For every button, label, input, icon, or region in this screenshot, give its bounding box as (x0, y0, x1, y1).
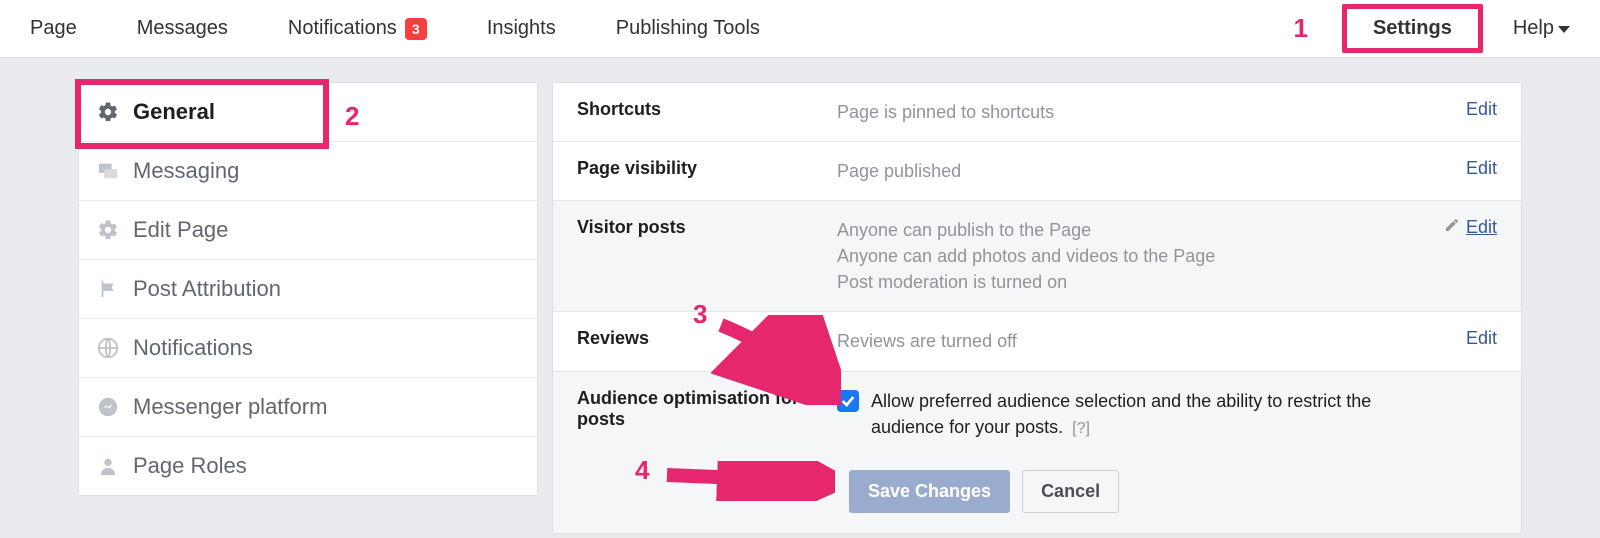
sidebar-item-messenger-platform[interactable]: Messenger platform (79, 378, 537, 437)
settings-pane: Shortcuts Page is pinned to shortcuts Ed… (552, 82, 1522, 534)
edit-link[interactable]: Edit (1466, 99, 1497, 125)
row-audience-optimisation: Audience optimisation for posts Allow pr… (553, 372, 1521, 456)
sidebar-item-post-attribution[interactable]: Post Attribution (79, 260, 537, 319)
row-shortcuts: Shortcuts Page is pinned to shortcuts Ed… (553, 83, 1521, 142)
top-navbar: Page Messages Notifications 3 Insights P… (0, 0, 1600, 58)
audience-checkbox[interactable] (837, 390, 859, 412)
edit-link[interactable]: Edit (1466, 328, 1497, 354)
sidebar-item-label: Post Attribution (133, 276, 281, 302)
nav-publishing-tools[interactable]: Publishing Tools (616, 17, 760, 40)
row-label: Shortcuts (577, 99, 837, 125)
sidebar-item-general[interactable]: General (79, 83, 537, 142)
messaging-icon (97, 160, 119, 182)
nav-notifications[interactable]: Notifications 3 (288, 17, 427, 40)
sidebar-item-edit-page[interactable]: Edit Page (79, 201, 537, 260)
row-label: Page visibility (577, 158, 837, 184)
nav-notifications-label: Notifications (288, 17, 397, 40)
sidebar-item-label: Notifications (133, 335, 253, 361)
annotation-1: 1 (1293, 13, 1307, 44)
nav-help-label: Help (1513, 17, 1554, 40)
edit-link[interactable]: Edit (1466, 158, 1497, 184)
sidebar-item-notifications[interactable]: Notifications (79, 319, 537, 378)
row-label: Visitor posts (577, 217, 837, 295)
row-value: Page published (837, 158, 1466, 184)
annotation-4: 4 (635, 455, 649, 486)
annotation-2: 2 (345, 101, 359, 132)
audience-description: Allow preferred audience selection and t… (871, 388, 1431, 440)
settings-sidebar: General 2 Messaging Edit Page Post Attri… (78, 82, 538, 496)
pencil-icon (1444, 217, 1460, 238)
row-value: Reviews are turned off (837, 328, 1466, 354)
sidebar-item-label: Edit Page (133, 217, 228, 243)
sidebar-item-label: General (133, 99, 215, 125)
sidebar-item-label: Page Roles (133, 453, 247, 479)
gear-icon (97, 219, 119, 241)
cancel-button[interactable]: Cancel (1022, 470, 1119, 513)
edit-link[interactable]: Edit (1444, 217, 1497, 295)
nav-messages[interactable]: Messages (137, 17, 228, 40)
annotation-3: 3 (693, 299, 707, 330)
nav-settings[interactable]: Settings (1342, 4, 1483, 53)
row-value: Page is pinned to shortcuts (837, 99, 1466, 125)
caret-down-icon (1558, 26, 1570, 33)
messenger-icon (97, 396, 119, 418)
sidebar-item-page-roles[interactable]: Page Roles (79, 437, 537, 495)
row-label: Reviews (577, 328, 837, 354)
row-page-visibility: Page visibility Page published Edit (553, 142, 1521, 201)
sidebar-item-label: Messaging (133, 158, 239, 184)
sidebar-item-messaging[interactable]: Messaging (79, 142, 537, 201)
person-icon (97, 455, 119, 477)
row-value: Anyone can publish to the Page Anyone ca… (837, 217, 1444, 295)
row-label: Audience optimisation for posts (577, 388, 837, 440)
help-hint[interactable]: [?] (1072, 420, 1090, 437)
nav-insights[interactable]: Insights (487, 17, 556, 40)
flag-icon (97, 278, 119, 300)
globe-icon (97, 337, 119, 359)
gear-icon (97, 101, 119, 123)
sidebar-item-label: Messenger platform (133, 394, 327, 420)
save-changes-button[interactable]: Save Changes (849, 470, 1010, 513)
button-row: Save Changes Cancel (553, 456, 1521, 533)
nav-page[interactable]: Page (30, 17, 77, 40)
row-visitor-posts: Visitor posts Anyone can publish to the … (553, 201, 1521, 312)
notifications-badge: 3 (405, 18, 427, 40)
nav-help[interactable]: Help (1513, 17, 1570, 40)
